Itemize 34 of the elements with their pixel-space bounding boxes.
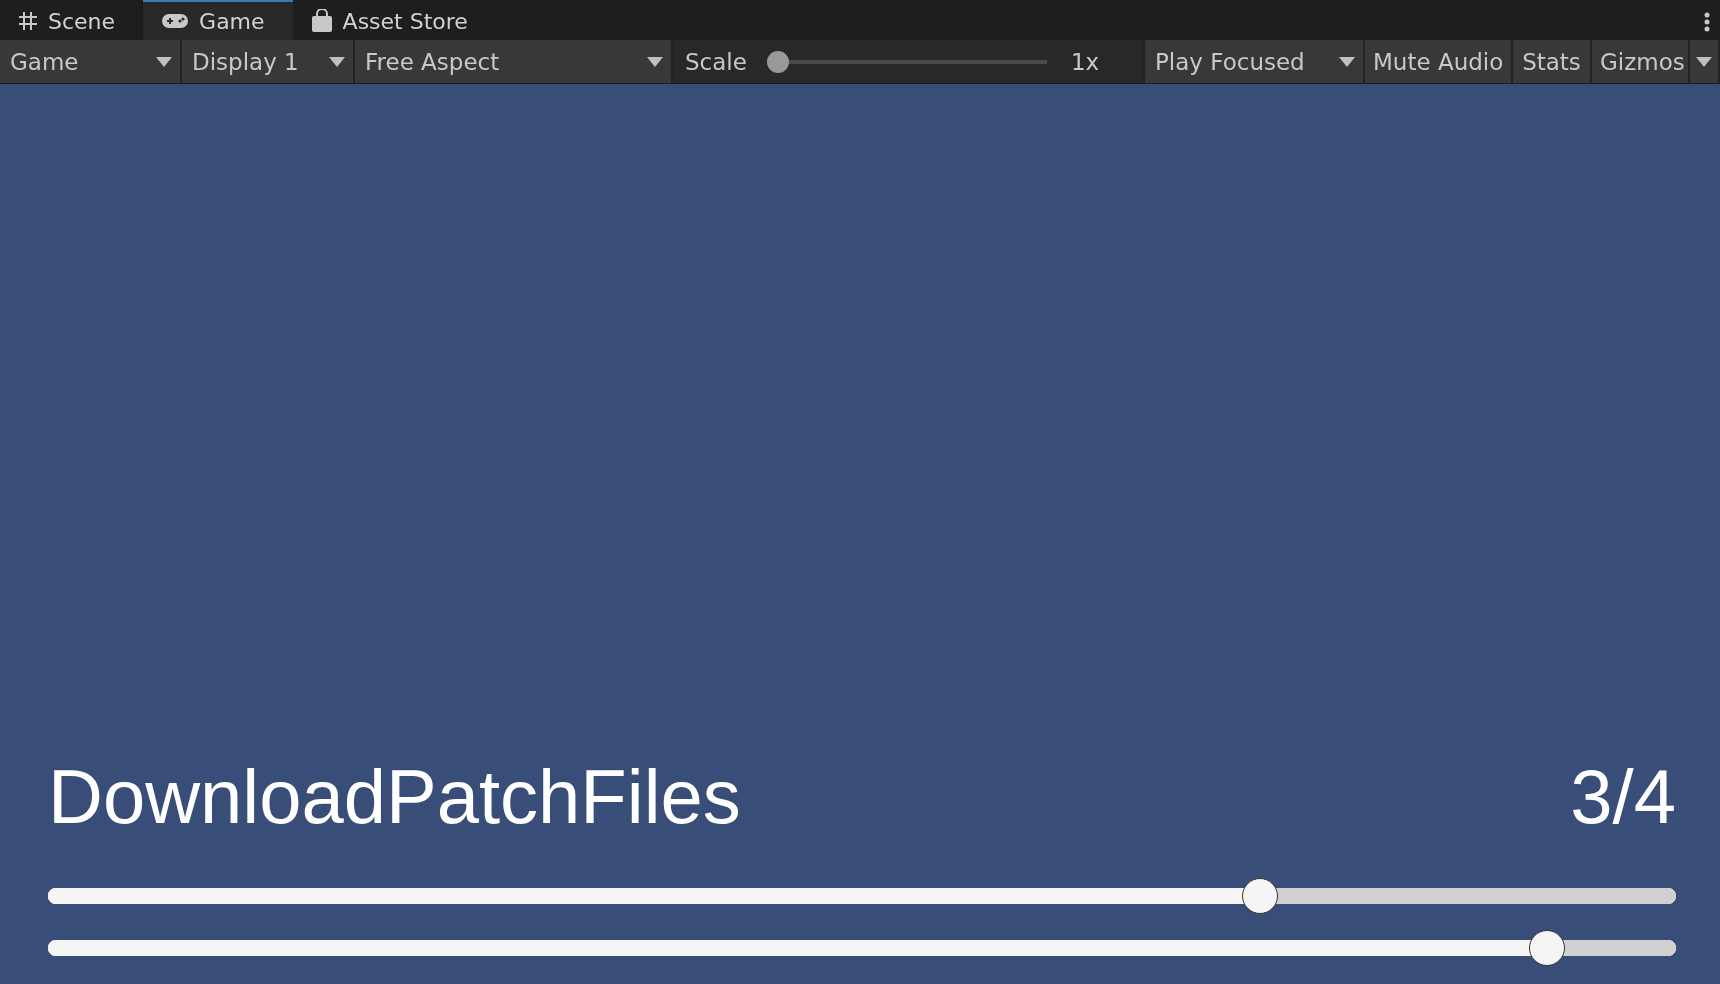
gizmos-menu-dropdown[interactable] (1690, 40, 1720, 83)
dropdown-label: Free Aspect (365, 48, 500, 75)
tab[interactable]: Scene (0, 0, 144, 40)
step-count: 3/4 (1570, 753, 1676, 840)
caret-icon (647, 56, 663, 67)
step-name: DownloadPatchFiles (48, 753, 741, 840)
toolbar-button[interactable]: Gizmos (1592, 40, 1690, 83)
display-dropdown[interactable]: Display 1 (182, 40, 355, 83)
aspect-dropdown[interactable]: Free Aspect (355, 40, 673, 83)
gamepad-icon (161, 12, 190, 30)
play-mode-dropdown[interactable]: Play Focused (1145, 40, 1365, 83)
caret-icon (1696, 56, 1712, 67)
more-options-icon[interactable] (1704, 12, 1710, 32)
toolbar-button[interactable]: Mute Audio (1365, 40, 1513, 83)
slider-thumb[interactable] (1528, 930, 1565, 966)
caret-icon (156, 56, 172, 67)
tab-label: Scene (48, 8, 116, 34)
scale-reading: 1x (1070, 48, 1100, 75)
shopping-bag-icon (310, 9, 333, 33)
toolbar-button[interactable]: Stats (1513, 40, 1592, 83)
slider-thumb[interactable] (1242, 878, 1278, 914)
tab[interactable]: Game (143, 0, 293, 40)
dropdown-label: Game (10, 48, 79, 75)
dropdown-label: Display 1 (192, 48, 299, 75)
caret-icon (329, 56, 345, 67)
view-dropdown[interactable]: Game (0, 40, 182, 83)
scale-label: Scale (685, 48, 747, 75)
tab-label: Game (199, 8, 265, 34)
grid-icon (18, 11, 38, 31)
dropdown-label: Play Focused (1155, 48, 1305, 75)
tab-label: Asset Store (342, 8, 468, 34)
tab[interactable]: Asset Store (292, 0, 496, 40)
caret-icon (1339, 56, 1355, 67)
slider-thumb[interactable] (766, 50, 789, 73)
